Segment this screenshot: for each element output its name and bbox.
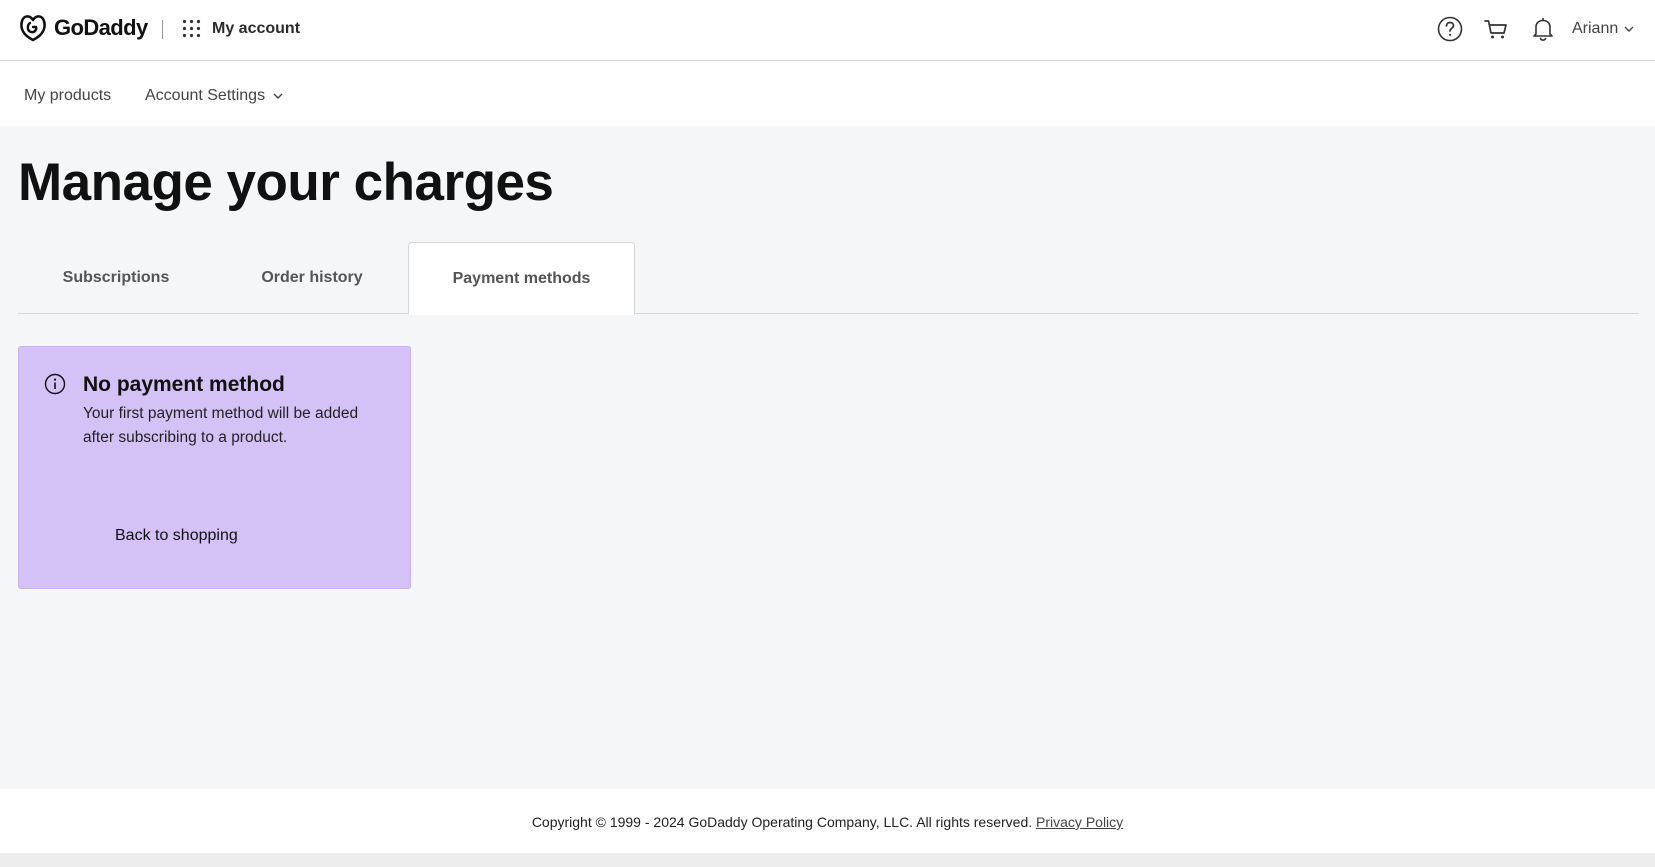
nav-account-settings[interactable]: Account Settings — [145, 87, 283, 105]
user-name: Ariann — [1572, 20, 1619, 37]
brand-name: GoDaddy — [54, 15, 148, 40]
apps-grid-icon[interactable] — [182, 19, 201, 38]
brand-divider — [162, 20, 163, 39]
back-to-shopping-button[interactable]: Back to shopping — [115, 527, 238, 545]
main-content: Manage your charges Subscriptions Order … — [0, 126, 1655, 789]
godaddy-logo-icon — [20, 15, 46, 42]
top-header: GoDaddy My account Ariann — [0, 0, 1655, 61]
copyright-text: Copyright © 1999 - 2024 GoDaddy Operatin… — [531, 814, 1033, 830]
nav-my-products[interactable]: My products — [24, 87, 111, 105]
nav-account-settings-label: Account Settings — [145, 87, 266, 104]
help-icon[interactable] — [1437, 16, 1463, 42]
chevron-down-icon — [1624, 26, 1634, 32]
footer: Copyright © 1999 - 2024 GoDaddy Operatin… — [0, 789, 1655, 853]
card-title: No payment method — [83, 373, 285, 396]
tab-order-history[interactable]: Order history — [214, 242, 410, 314]
brand-logo-link[interactable]: GoDaddy — [18, 13, 148, 43]
bottom-strip — [0, 853, 1655, 867]
sub-navigation: My products Account Settings — [0, 61, 1655, 126]
bell-icon[interactable] — [1530, 16, 1556, 42]
tab-payment-methods[interactable]: Payment methods — [408, 242, 635, 315]
app-title[interactable]: My account — [212, 20, 300, 38]
nav-my-products-label: My products — [24, 87, 112, 104]
privacy-policy-link[interactable]: Privacy Policy — [1036, 814, 1123, 830]
chevron-down-icon — [273, 93, 283, 99]
page-title: Manage your charges — [18, 153, 554, 212]
tab-subscriptions[interactable]: Subscriptions — [18, 242, 214, 314]
charges-tabs: Subscriptions Order history Payment meth… — [18, 242, 1639, 315]
no-payment-method-card: No payment method Your first payment met… — [18, 346, 411, 589]
footer-text-row: Copyright © 1999 - 2024 GoDaddy Operatin… — [0, 814, 1655, 830]
info-icon — [44, 373, 66, 395]
card-description: Your first payment method will be added … — [83, 405, 359, 446]
cart-icon[interactable] — [1483, 16, 1509, 42]
user-menu[interactable]: Ariann — [1572, 20, 1634, 38]
